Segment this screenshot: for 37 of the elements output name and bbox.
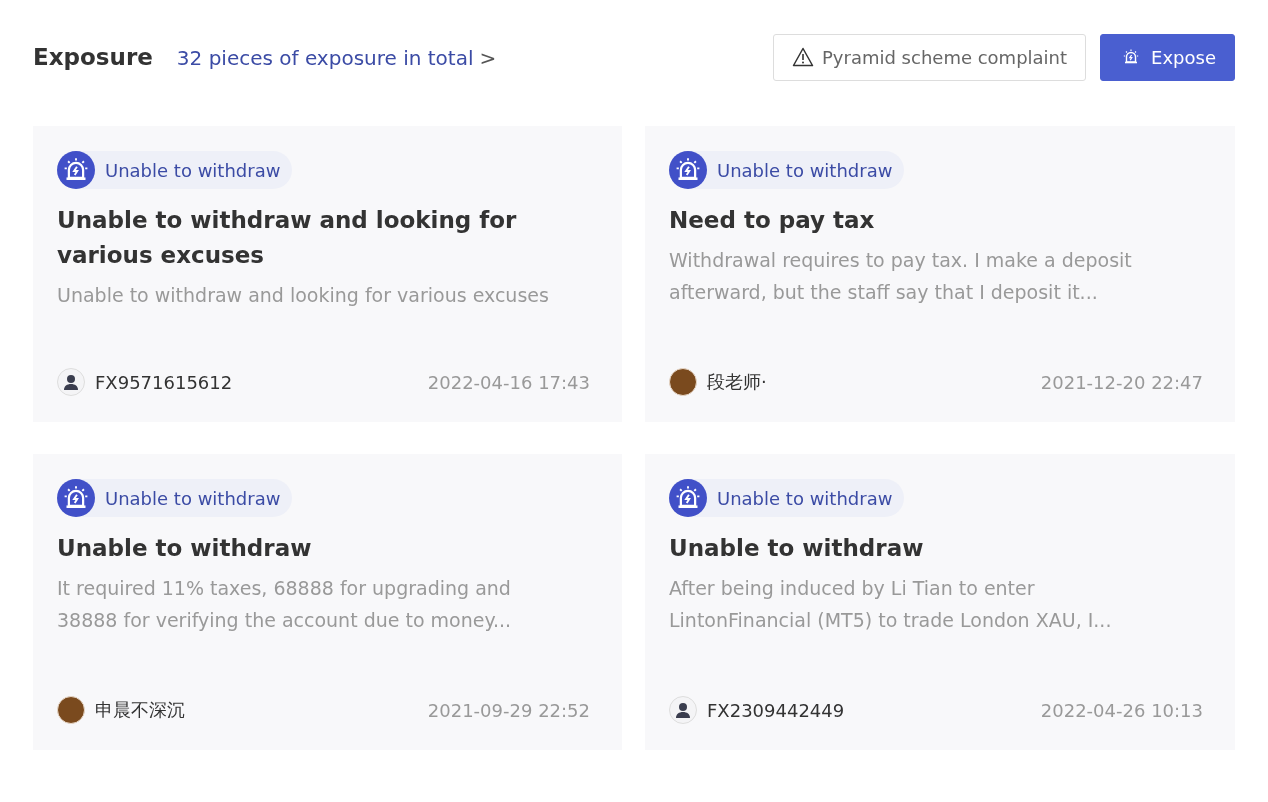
card-title: Need to pay tax — [669, 206, 876, 235]
siren-icon — [57, 151, 95, 189]
card-description: It required 11% taxes, 68888 for upgrading and 38888 for verifying the account due to money... — [57, 576, 513, 633]
total-exposure-link[interactable]: 32 pieces of exposure in total > — [176, 46, 497, 70]
exposure-card[interactable]: Unable to withdraw Unable to withdraw and looking for various excuses Unable to withdraw and looking for various excuses FX9571615612 2022-04-16 17:43 — [33, 126, 622, 422]
author-name: FX2309442449 — [707, 699, 845, 721]
category-tag: Unable to withdraw — [57, 151, 293, 189]
card-description: After being induced by Li Tian to enter LintonFinancial (MT5) to trade London XAU, I... — [669, 576, 1113, 633]
card-title: Unable to withdraw and looking for various excuses — [57, 206, 518, 270]
author-name: FX9571615612 — [95, 371, 233, 393]
category-tag: Unable to withdraw — [669, 479, 905, 517]
siren-icon — [57, 479, 95, 517]
category-tag: Unable to withdraw — [669, 151, 905, 189]
user-avatar-icon — [669, 696, 697, 724]
post-date: 2021-12-20 22:47 — [1040, 371, 1203, 393]
author-name: 申晨不深沉 — [95, 698, 185, 722]
exposure-card[interactable]: Unable to withdraw Unable to withdraw It required 11% taxes, 68888 for upgrading and 38888 for verifying the account due to money... 申晨不深沉 2021-09-29 22:52 — [33, 454, 622, 750]
card-description: Withdrawal requires to pay tax. I make a deposit afterward, but the staff say that I deposit it... — [669, 248, 1133, 305]
post-date: 2021-09-29 22:52 — [427, 699, 590, 721]
exposure-card[interactable]: Unable to withdraw Unable to withdraw After being induced by Li Tian to enter LintonFinancial (MT5) to trade London XAU, I... FX2309442449 2022-04-26 10:13 — [645, 454, 1235, 750]
siren-icon — [669, 479, 707, 517]
category-tag: Unable to withdraw — [57, 479, 293, 517]
author-name: 段老师· — [707, 370, 767, 394]
warning-icon — [792, 47, 814, 67]
section-title: Exposure — [33, 44, 153, 70]
siren-icon — [669, 151, 707, 189]
exposure-card[interactable]: Unable to withdraw Need to pay tax Withdrawal requires to pay tax. I make a deposit afterward, but the staff say that I deposit it... 段老师· 2021-12-20 22:47 — [645, 126, 1235, 422]
card-title: Unable to withdraw — [669, 534, 925, 563]
avatar-photo-placeholder — [669, 368, 697, 396]
post-date: 2022-04-26 10:13 — [1040, 699, 1203, 721]
card-description: Unable to withdraw and looking for various excuses — [57, 283, 550, 308]
card-title: Unable to withdraw — [57, 534, 313, 563]
post-date: 2022-04-16 17:43 — [427, 371, 590, 393]
complaint-button[interactable]: Pyramid scheme complaint — [773, 33, 1087, 81]
avatar-photo-placeholder — [57, 696, 85, 724]
user-avatar-icon — [57, 368, 85, 396]
expose-button[interactable]: Expose — [1100, 33, 1235, 81]
